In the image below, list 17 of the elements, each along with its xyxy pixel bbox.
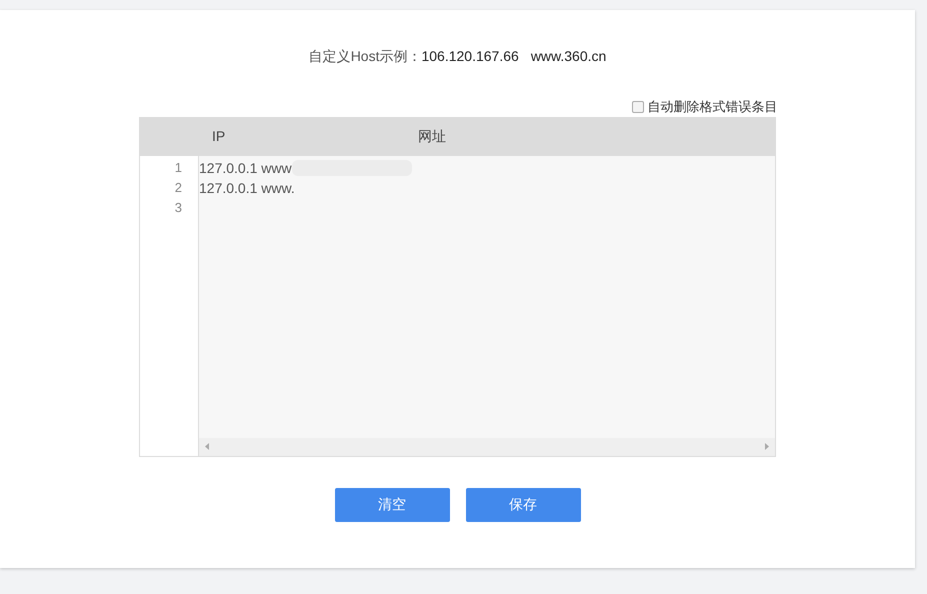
- checkbox[interactable]: [632, 100, 644, 113]
- action-button[interactable]: 保存: [466, 488, 580, 522]
- code-line: 127.0.0.1 www: [199, 158, 292, 178]
- line-number: 1: [174, 158, 182, 176]
- checkbox-label: 自动删除格式错误条目: [648, 98, 778, 116]
- example-ip: 106.120.167.66: [421, 47, 519, 66]
- example-label: 自定义Host示例：: [308, 47, 422, 66]
- line-number: 3: [174, 198, 182, 216]
- code-line: 127.0.0.1 www.: [199, 178, 295, 198]
- scroll-right-icon[interactable]: [765, 443, 769, 450]
- action-button[interactable]: 清空: [334, 488, 450, 522]
- scroll-left-icon[interactable]: [205, 443, 209, 450]
- column-header: IP: [212, 127, 226, 146]
- line-number: 2: [174, 178, 182, 196]
- example-domain: www.360.cn: [530, 47, 606, 66]
- text-editor[interactable]: 127.0.0.1 www 127.0.0.1 www.: [199, 156, 775, 456]
- column-header: 网址: [418, 127, 446, 146]
